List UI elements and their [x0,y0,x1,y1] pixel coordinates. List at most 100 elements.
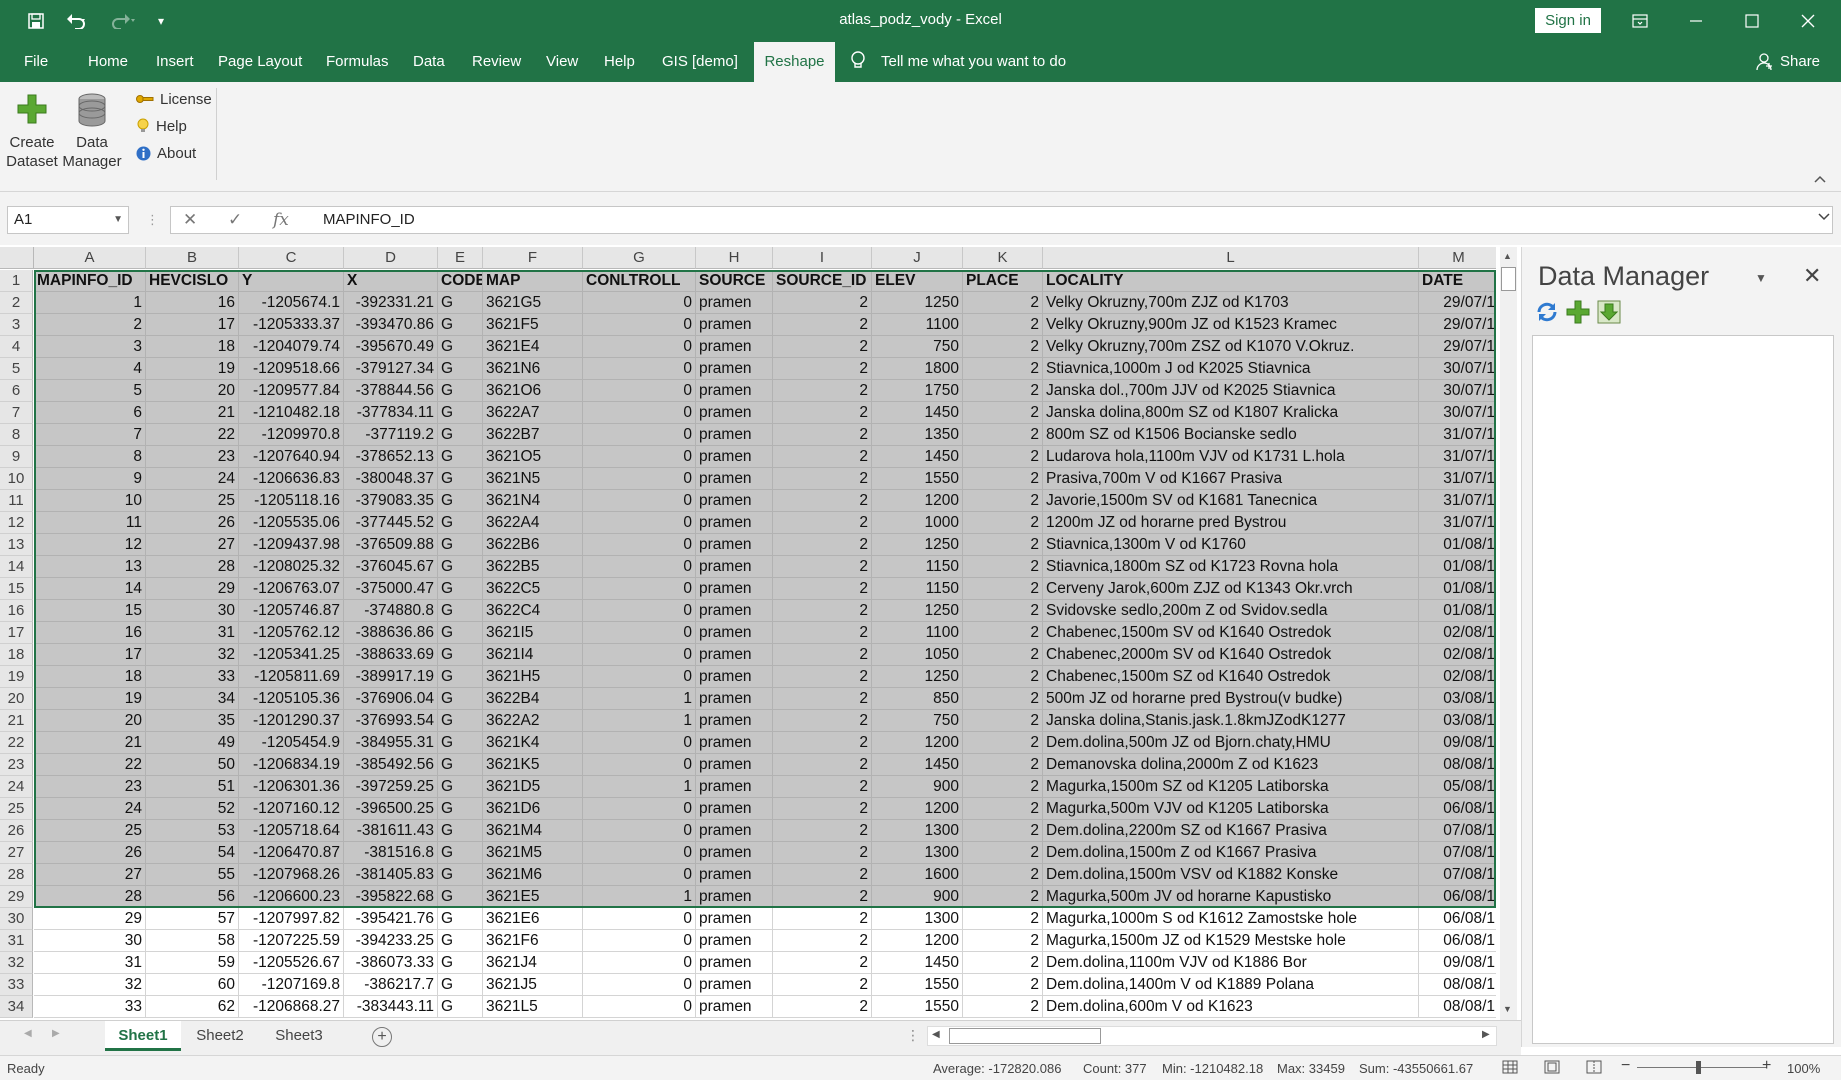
table-cell[interactable]: -389917.19 [344,666,438,688]
table-cell[interactable]: 07/08/1 [1419,842,1496,864]
normal-view-icon[interactable] [1502,1060,1518,1077]
zoom-in-icon[interactable]: + [1762,1057,1771,1075]
header-cell[interactable]: PLACE [963,270,1043,292]
table-cell[interactable]: -395670.49 [344,336,438,358]
table-cell[interactable]: 3622B7 [483,424,583,446]
table-cell[interactable]: 0 [583,468,696,490]
table-cell[interactable]: -1206600.23 [239,886,344,908]
table-cell[interactable]: Stiavnica,1800m SZ od K1723 Rovna hola [1043,556,1419,578]
table-cell[interactable]: 2 [773,952,872,974]
table-cell[interactable]: -1206470.87 [239,842,344,864]
table-cell[interactable]: 29/07/1 [1419,314,1496,336]
row-header[interactable]: 2 [0,292,33,314]
table-cell[interactable]: 0 [583,534,696,556]
tab-help[interactable]: Help [604,42,635,82]
table-cell[interactable]: -374880.8 [344,600,438,622]
table-cell[interactable]: 3622B4 [483,688,583,710]
table-cell[interactable]: 1100 [872,314,963,336]
chevron-down-icon[interactable]: ▼ [113,207,123,233]
table-cell[interactable]: 22 [146,424,239,446]
table-cell[interactable]: -1207169.8 [239,974,344,996]
table-cell[interactable]: -1207997.82 [239,908,344,930]
table-cell[interactable]: Chabenec,1500m SV od K1640 Ostredok [1043,622,1419,644]
table-cell[interactable]: 850 [872,688,963,710]
table-cell[interactable]: 2 [773,798,872,820]
row-header[interactable]: 11 [0,490,33,512]
table-cell[interactable]: -379127.34 [344,358,438,380]
column-header-i[interactable]: I [773,247,872,269]
table-cell[interactable]: G [438,534,483,556]
table-cell[interactable]: 2 [773,622,872,644]
column-header-m[interactable]: M [1419,247,1496,269]
name-box[interactable]: A1 ▼ [7,206,129,234]
table-cell[interactable]: 20 [34,710,146,732]
row-header[interactable]: 22 [0,732,33,754]
formula-input-area[interactable] [170,206,1833,234]
table-cell[interactable]: Prasiva,700m V od K1667 Prasiva [1043,468,1419,490]
table-cell[interactable]: pramen [696,908,773,930]
table-cell[interactable]: Janska dolina,800m SZ od K1807 Kralicka [1043,402,1419,424]
table-cell[interactable]: 2 [963,776,1043,798]
column-header-j[interactable]: J [872,247,963,269]
row-header[interactable]: 25 [0,798,33,820]
sign-in-button[interactable]: Sign in [1535,8,1601,33]
header-cell[interactable]: X [344,270,438,292]
table-cell[interactable]: 60 [146,974,239,996]
table-cell[interactable]: 1200m JZ od horarne pred Bystrou [1043,512,1419,534]
table-cell[interactable]: -1205674.1 [239,292,344,314]
table-cell[interactable]: Dem.dolina,600m V od K1623 [1043,996,1419,1018]
table-cell[interactable]: 26 [34,842,146,864]
table-cell[interactable]: 3621G5 [483,292,583,314]
table-cell[interactable]: 0 [583,842,696,864]
table-cell[interactable]: 3621H5 [483,666,583,688]
table-cell[interactable]: 0 [583,512,696,534]
table-cell[interactable]: -376045.67 [344,556,438,578]
table-cell[interactable]: 29/07/1 [1419,292,1496,314]
table-cell[interactable]: -1209970.8 [239,424,344,446]
row-header[interactable]: 32 [0,952,33,974]
table-cell[interactable]: pramen [696,864,773,886]
tab-reshape[interactable]: Reshape [754,42,835,82]
table-cell[interactable]: pramen [696,336,773,358]
table-cell[interactable]: 0 [583,314,696,336]
table-cell[interactable]: 3 [34,336,146,358]
table-cell[interactable]: 62 [146,996,239,1018]
table-cell[interactable]: 2 [773,424,872,446]
ribbon-display-options-icon[interactable] [1618,6,1662,36]
table-cell[interactable]: 1450 [872,402,963,424]
table-cell[interactable]: -384955.31 [344,732,438,754]
collapse-ribbon-icon[interactable] [1814,172,1826,186]
table-cell[interactable]: 18 [34,666,146,688]
status-sum[interactable]: Sum: -43550661.67 [1359,1061,1473,1076]
table-cell[interactable]: 0 [583,974,696,996]
table-cell[interactable]: 2 [963,644,1043,666]
table-cell[interactable]: -1206763.07 [239,578,344,600]
table-cell[interactable]: 3621K5 [483,754,583,776]
table-cell[interactable]: 2 [773,688,872,710]
table-cell[interactable]: 0 [583,490,696,512]
table-cell[interactable]: 1050 [872,644,963,666]
table-cell[interactable]: 2 [773,380,872,402]
expand-formula-bar-icon[interactable] [1818,212,1830,224]
table-cell[interactable]: 1250 [872,292,963,314]
table-cell[interactable]: 2 [963,446,1043,468]
table-cell[interactable]: -381405.83 [344,864,438,886]
table-cell[interactable]: 1550 [872,996,963,1018]
row-header[interactable]: 33 [0,974,33,996]
table-cell[interactable]: 2 [963,710,1043,732]
table-cell[interactable]: Svidovske sedlo,200m Z od Svidov.sedla [1043,600,1419,622]
sheet-tab-3[interactable]: Sheet3 [262,1021,336,1051]
horizontal-scroll-thumb[interactable] [949,1028,1101,1044]
table-cell[interactable]: -1204079.74 [239,336,344,358]
table-cell[interactable]: 01/08/1 [1419,556,1496,578]
header-cell[interactable]: CONLTROLL [583,270,696,292]
table-cell[interactable]: 2 [963,842,1043,864]
table-cell[interactable]: 3621E4 [483,336,583,358]
table-cell[interactable]: 2 [963,534,1043,556]
table-cell[interactable]: 2 [963,798,1043,820]
row-header[interactable]: 28 [0,864,33,886]
spreadsheet-grid[interactable]: ABCDEFGHIJKLM 1 MAPINFO_ID HEVCISLO Y X CODE M… [0,247,1496,1020]
table-cell[interactable]: -388636.86 [344,622,438,644]
column-header-e[interactable]: E [438,247,483,269]
table-cell[interactable]: 12 [34,534,146,556]
